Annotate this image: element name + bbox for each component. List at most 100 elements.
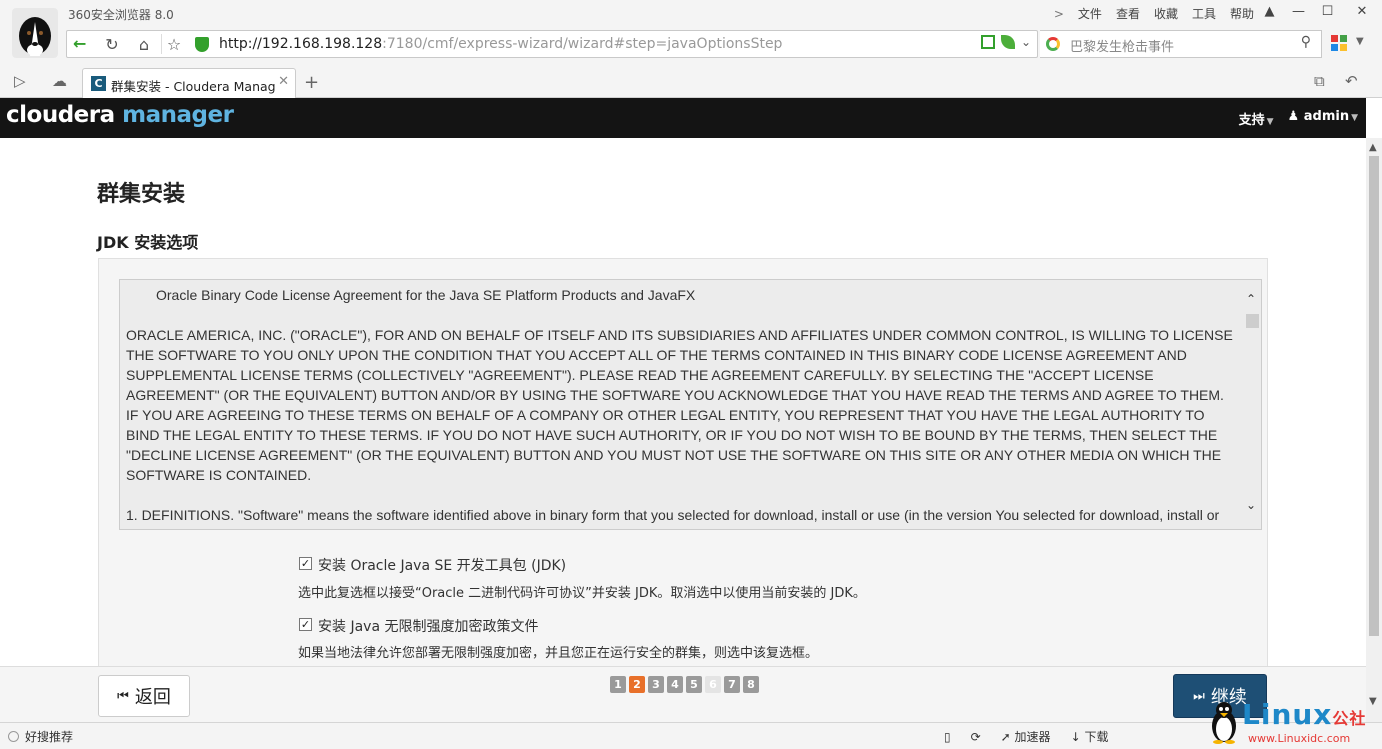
page-scrollbar[interactable]: ▲ ▼ [1366,138,1382,722]
recommend-icon[interactable] [8,731,19,742]
scroll-up-icon[interactable]: ⌃ [1246,292,1256,306]
install-jce-help: 如果当地法律允许您部署无限制强度加密，并且您正在运行安全的群集，则选中该复选框。 [298,646,819,661]
tab-close-icon[interactable]: ✕ [278,74,289,89]
address-icons: ⌄ [980,35,1031,49]
back-label: 返回 [134,687,171,708]
close-window-button[interactable]: ✕ [1342,0,1382,22]
menu-view[interactable]: 查看 [1116,5,1140,22]
previous-icon: ⏮ [117,688,129,704]
download-label: 下载 [1084,730,1109,744]
cloudera-header: cloudera manager 支持 ▼ ♟ admin ▼ [0,98,1366,138]
tab-cluster-install[interactable]: C 群集安装 - Cloudera Manage ✕ [82,68,296,98]
wizard-steps: 1 2 3 4 5 6 7 8 [610,676,759,693]
install-jdk-checkbox[interactable]: ✓ [299,557,312,570]
menu-chevron-icon[interactable]: > [1054,7,1064,21]
address-bar[interactable]: ← http://192.168.198.128:7180/cmf/expres… [66,30,1038,58]
leaf-icon[interactable] [1000,35,1015,49]
user-menu[interactable]: ♟ admin ▼ [1288,109,1358,128]
url-host: http://192.168.198.128 [219,36,383,52]
refresh-status-icon[interactable]: ⟳ [971,730,981,744]
minimize-button[interactable]: — [1284,0,1313,22]
user-avatar[interactable] [12,8,58,58]
license-textarea[interactable]: Oracle Binary Code License Agreement for… [119,279,1262,530]
wizard-footer: ⏮ 返回 1 2 3 4 5 6 7 8 ⏭ 继续 [0,666,1366,722]
skin-icon[interactable]: ▲ [1255,0,1284,22]
star-icon[interactable]: ☆ [162,32,186,56]
mobile-icon[interactable]: ▯ [944,730,951,744]
cloud-icon[interactable]: ☁ [52,72,67,90]
scroll-down-icon[interactable]: ⌄ [1246,498,1256,512]
support-menu[interactable]: 支持 ▼ [1239,109,1274,128]
step-5[interactable]: 5 [686,676,702,693]
browser-menu: > 文件 查看 收藏 工具 帮助 [1054,5,1254,22]
menu-file[interactable]: 文件 [1078,5,1102,22]
back-button[interactable]: ⏮ 返回 [98,675,190,717]
watermark-brand-text: Linux [1242,698,1333,731]
maximize-button[interactable]: ☐ [1313,0,1342,22]
rocket-icon: ➚ [1000,730,1015,744]
reload-icon[interactable]: ↻ [100,32,124,56]
cloudera-logo[interactable]: cloudera manager [6,102,234,128]
license-scrollbar[interactable]: ⌃ ⌄ [1244,280,1261,529]
step-2-current: 2 [629,676,645,693]
search-icon[interactable]: ⚲ [1301,34,1311,50]
tab-bar: ▷ ☁ C 群集安装 - Cloudera Manage ✕ + ⧉ ↶ [0,66,1382,98]
security-shield-icon[interactable] [195,37,209,52]
logo-main: cloudera [6,102,115,128]
step-1[interactable]: 1 [610,676,626,693]
step-6-disabled: 6 [705,676,721,693]
address-dropdown-icon[interactable]: ⌄ [1021,35,1031,49]
section-title: JDK 安装选项 [97,233,199,252]
window-controls: ▲ — ☐ ✕ [1255,0,1382,22]
download-item[interactable]: ↓ 下载 [1071,728,1109,745]
linux-watermark: Linux公社 www.Linuxidc.com [1200,696,1382,749]
license-paragraph: ORACLE AMERICA, INC. ("ORACLE"), FOR AND… [126,327,1233,483]
status-left: 好搜推荐 [8,728,73,745]
scroll-thumb[interactable] [1246,314,1259,328]
status-recommend[interactable]: 好搜推荐 [25,728,73,745]
menu-tools[interactable]: 工具 [1192,5,1216,22]
license-text: Oracle Binary Code License Agreement for… [126,285,1238,529]
apps-dropdown-icon[interactable]: ▼ [1356,36,1364,47]
logo-sub: manager [122,102,234,128]
watermark-url: www.Linuxidc.com [1248,732,1351,745]
search-placeholder: 巴黎发生枪击事件 [1070,40,1175,55]
page-scroll-thumb[interactable] [1369,156,1379,636]
search-box[interactable]: 巴黎发生枪击事件 ⚲ [1040,30,1322,58]
step-3[interactable]: 3 [648,676,664,693]
step-8[interactable]: 8 [743,676,759,693]
accelerator-item[interactable]: ➚ 加速器 [1001,728,1051,745]
undo-close-icon[interactable]: ↶ [1345,72,1358,90]
install-jdk-label: 安装 Oracle Java SE 开发工具包 (JDK) [318,558,567,574]
caret-down-icon: ▼ [1266,117,1274,127]
new-tab-icon[interactable]: + [304,72,319,93]
browser-app-title: 360安全浏览器 8.0 [68,8,174,22]
jdk-options-panel: Oracle Binary Code License Agreement for… [98,258,1268,666]
home-icon[interactable]: ⌂ [132,32,156,56]
penguin-icon [1212,702,1236,744]
sidebar-toggle-icon[interactable]: ▷ [14,72,26,90]
license-definitions: 1. DEFINITIONS. "Software" means the sof… [126,507,1220,523]
accelerator-label: 加速器 [1014,730,1051,744]
menu-help[interactable]: 帮助 [1230,5,1254,22]
user-name: admin [1303,109,1350,124]
header-right-menu: 支持 ▼ ♟ admin ▼ [1239,109,1358,128]
search-engine-icon[interactable] [1046,37,1060,51]
caret-down-icon: ▼ [1351,113,1358,123]
step-4[interactable]: 4 [667,676,683,693]
back-arrow-icon[interactable]: ← [73,34,86,53]
restore-tabs-icon[interactable]: ⧉ [1314,72,1325,90]
cloudera-favicon-icon: C [91,76,106,91]
page-scroll-up-icon[interactable]: ▲ [1369,142,1377,153]
apps-icon[interactable] [1331,35,1347,51]
menu-favorites[interactable]: 收藏 [1154,5,1178,22]
install-jce-label: 安装 Java 无限制强度加密政策文件 [318,619,539,635]
step-7[interactable]: 7 [724,676,740,693]
user-icon: ♟ [1287,109,1304,124]
url-text[interactable]: http://192.168.198.128:7180/cmf/express-… [219,36,782,52]
qrcode-icon[interactable] [980,35,995,49]
support-label: 支持 [1238,113,1265,128]
license-heading: Oracle Binary Code License Agreement for… [156,287,696,303]
install-jce-checkbox[interactable]: ✓ [299,618,312,631]
status-right: ▯ ⟳ ➚ 加速器 ↓ 下载 [944,728,1108,745]
